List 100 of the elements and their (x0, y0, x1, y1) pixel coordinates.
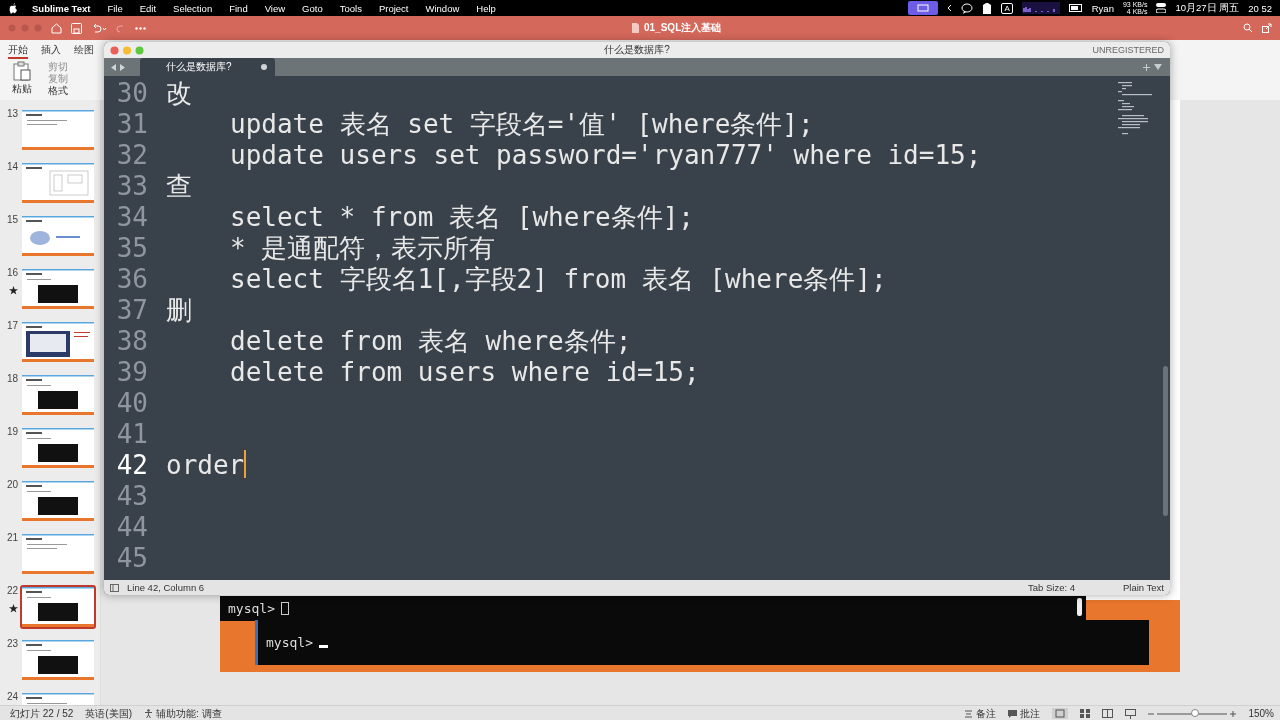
slide-number: 24 (6, 691, 18, 702)
menu-item[interactable]: Project (378, 2, 409, 14)
undo-icon[interactable] (91, 22, 107, 34)
grid-view-icon[interactable] (1080, 709, 1091, 718)
app-name[interactable]: Sublime Text (32, 2, 91, 14)
slide-thumbnail[interactable] (20, 532, 96, 576)
slideshow-icon[interactable] (1125, 708, 1137, 719)
zoom-level[interactable]: 150% (1248, 708, 1274, 719)
menubar-time[interactable]: 20 52 (1248, 2, 1272, 14)
ribbon-tab[interactable]: 开始 (8, 42, 28, 59)
slide-thumbnail[interactable] (20, 373, 96, 417)
menubar-date[interactable]: 10月27日 周五 (1175, 1, 1240, 15)
line-number: 38 (115, 326, 149, 357)
line-number: 44 (115, 512, 149, 543)
input-source[interactable]: A (1001, 2, 1013, 14)
unsaved-dot-icon[interactable] (261, 64, 267, 70)
clipboard-action[interactable]: 格式 (48, 85, 68, 97)
window-controls-icon[interactable] (110, 45, 144, 55)
code-line: delete from users where id=15; (229, 357, 700, 388)
menu-item[interactable]: Window (425, 2, 460, 14)
more-icon[interactable] (135, 26, 146, 30)
line-number: 40 (115, 388, 149, 419)
ribbon-tab[interactable]: 绘图 (74, 42, 94, 59)
menu-item[interactable]: Tools (339, 2, 362, 14)
file-tab[interactable]: 什么是数据库? (140, 58, 275, 76)
code-line: update 表名 set 字段名='值' [where条件]; (229, 109, 814, 140)
slide-thumbnail[interactable] (20, 320, 96, 364)
menu-item[interactable]: File (107, 2, 123, 14)
slide-number: 17 (6, 320, 18, 331)
accessibility-status[interactable]: 辅助功能: 调查 (156, 706, 222, 720)
tab-size-setting[interactable]: Tab Size: 4 (1028, 582, 1075, 593)
menu-item[interactable]: View (264, 2, 286, 14)
code-line: 查 (166, 171, 192, 202)
slide-number: 19 (6, 426, 18, 437)
slide-preview-drawing (22, 640, 94, 680)
slide-number: 13 (6, 108, 18, 119)
slide-preview-drawing (22, 163, 94, 203)
slide-thumbnail[interactable] (20, 479, 96, 523)
comments-button[interactable]: 批注 (1020, 706, 1041, 720)
slide-number: 20 (6, 479, 18, 490)
scrollbar-thumb[interactable] (1163, 366, 1168, 516)
normal-view-icon[interactable] (1052, 708, 1069, 719)
menu-item[interactable]: Find (229, 2, 248, 14)
slide-thumbnail[interactable] (20, 214, 96, 258)
menu-item[interactable]: Goto (302, 2, 323, 14)
home-icon[interactable] (51, 22, 62, 34)
code-line: delete from 表名 where条件; (229, 326, 632, 357)
menu-item[interactable]: Edit (139, 2, 157, 14)
notes-button[interactable]: 备注 (976, 706, 997, 720)
line-number: 42 (115, 450, 149, 481)
screen-icon[interactable] (908, 1, 939, 15)
reading-view-icon[interactable] (1102, 709, 1114, 718)
clipboard-icon[interactable] (12, 61, 32, 81)
slide-thumbnail[interactable] (20, 108, 96, 152)
slide-preview-drawing (22, 216, 94, 256)
slide-preview-drawing (22, 322, 94, 362)
slide-number: 22 (6, 585, 18, 596)
control-center-icon[interactable] (1156, 3, 1167, 13)
comment-icon (1008, 709, 1018, 718)
save-icon[interactable] (71, 22, 82, 34)
share-icon[interactable] (1262, 23, 1272, 33)
line-number: 30 (115, 78, 149, 109)
sidebar-toggle-icon[interactable] (110, 583, 119, 592)
slide-thumbnail[interactable] (20, 267, 96, 311)
chevron-icon[interactable] (947, 4, 953, 12)
code-line: 删 (166, 295, 192, 326)
slide-preview-drawing (22, 481, 94, 521)
menu-item[interactable]: Selection (173, 2, 213, 14)
notes-icon (964, 709, 974, 718)
paste-label[interactable]: 粘贴 (12, 83, 32, 96)
ribbon-tab[interactable]: 插入 (41, 42, 61, 59)
window-title: 什么是数据库? (604, 44, 670, 55)
zoom-slider-thumb[interactable] (1190, 708, 1199, 717)
line-number: 39 (115, 357, 149, 388)
add-tab-icon[interactable] (1143, 63, 1150, 71)
search-icon[interactable] (1243, 23, 1253, 33)
slide-thumbnail[interactable] (20, 426, 96, 470)
dropdown-icon[interactable] (1154, 64, 1162, 70)
slide-thumbnail[interactable] (20, 638, 96, 682)
line-number: 37 (115, 295, 149, 326)
scroll-knob[interactable] (1077, 598, 1082, 616)
chat-icon[interactable] (961, 2, 974, 14)
terminal-prompt: mysql> (228, 601, 275, 616)
line-number: 45 (115, 543, 149, 574)
nav-arrows-icon[interactable] (110, 63, 126, 71)
language-label[interactable]: 英语(美国) (85, 706, 133, 720)
slide-thumbnail[interactable] (20, 585, 96, 629)
syntax-setting[interactable]: Plain Text (1123, 582, 1164, 593)
slide-thumbnail[interactable] (20, 161, 96, 205)
line-number: 43 (115, 481, 149, 512)
line-number: 35 (115, 233, 149, 264)
zoom-in-icon[interactable] (1230, 710, 1237, 717)
user-name[interactable]: Ryan (1091, 2, 1114, 14)
slide-preview-drawing (22, 269, 94, 309)
slide-counter: 幻灯片 22 / 52 (10, 706, 74, 720)
zoom-out-icon[interactable] (1148, 710, 1155, 717)
code-line: 改 (166, 78, 192, 109)
slide-preview-drawing (22, 375, 94, 415)
minimap-drawing[interactable] (1118, 82, 1152, 136)
menu-item[interactable]: Help (476, 2, 496, 14)
